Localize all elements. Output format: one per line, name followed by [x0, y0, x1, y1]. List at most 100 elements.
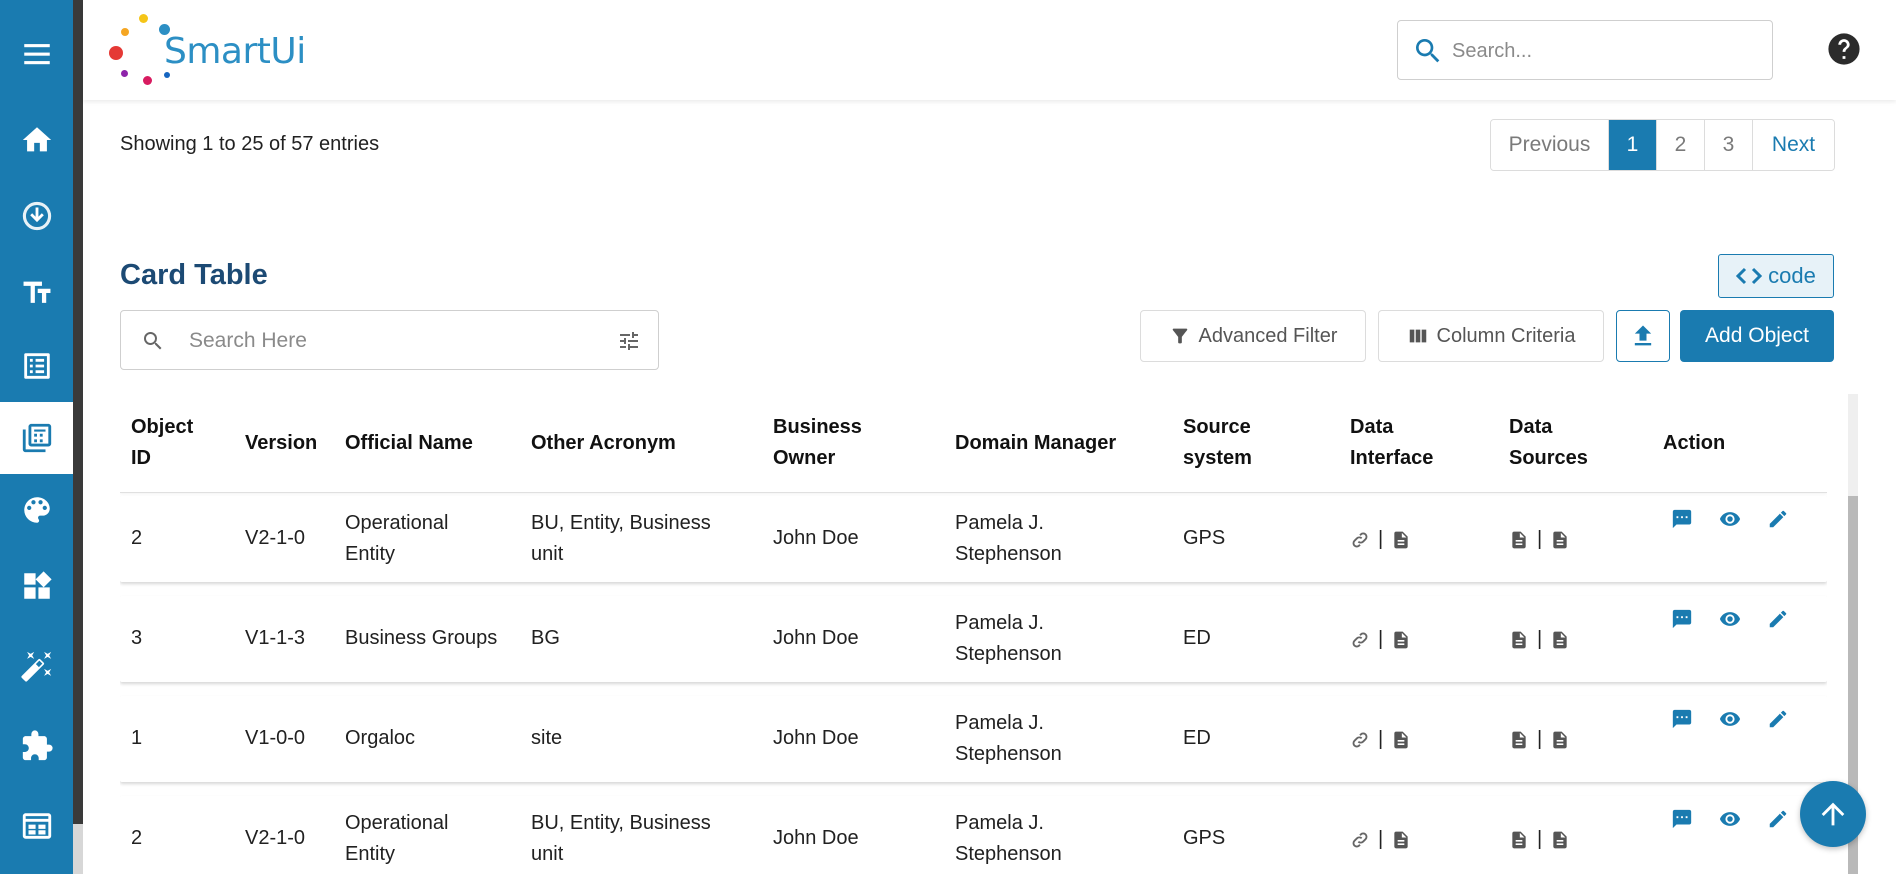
- column-criteria-button[interactable]: Column Criteria: [1378, 310, 1604, 362]
- extension-icon: [22, 730, 53, 761]
- code-button-label: code: [1768, 263, 1816, 288]
- cell-object-id: 2: [131, 527, 143, 549]
- code-icon: [1736, 267, 1763, 285]
- sidebar-item-widgets[interactable]: [0, 550, 73, 622]
- comment-icon[interactable]: [1671, 508, 1693, 530]
- logo-dot: [139, 14, 148, 23]
- cell-official-name: Orgaloc: [345, 727, 416, 749]
- pagination-previous[interactable]: Previous: [1491, 120, 1609, 170]
- separator: |: [1537, 728, 1543, 750]
- document-icon[interactable]: [1550, 630, 1570, 650]
- separator: |: [1378, 528, 1384, 550]
- menu-icon: [23, 44, 50, 65]
- help-icon[interactable]: [1827, 32, 1861, 66]
- filter-icon: [1172, 328, 1187, 344]
- cell-official-name: Operational Entity: [345, 812, 449, 865]
- logo-dot: [121, 70, 128, 77]
- sidebar-item-download[interactable]: [0, 180, 73, 252]
- table-search-input[interactable]: [189, 323, 589, 359]
- view-icon[interactable]: [1719, 708, 1741, 730]
- cell-official-name: Business Groups: [345, 627, 498, 649]
- download-circle-icon: [22, 201, 51, 231]
- separator: |: [1378, 828, 1384, 850]
- app-logo[interactable]: SmartUi: [109, 12, 306, 88]
- pagination-next[interactable]: Next: [1753, 120, 1834, 170]
- global-search[interactable]: [1397, 20, 1773, 80]
- back-to-top-button[interactable]: [1800, 781, 1866, 847]
- document-icon[interactable]: [1509, 530, 1529, 550]
- edit-icon[interactable]: [1767, 808, 1789, 830]
- comment-icon[interactable]: [1671, 608, 1693, 630]
- sidebar-item-effects[interactable]: [0, 630, 73, 702]
- search-icon: [144, 332, 162, 350]
- sidebar-scroll-thumb[interactable]: [73, 824, 83, 874]
- comment-icon[interactable]: [1671, 808, 1693, 830]
- code-button[interactable]: code: [1718, 254, 1834, 298]
- cell-business-owner: John Doe: [773, 827, 859, 849]
- header-other-acronym: Other Acronym: [531, 432, 676, 454]
- document-icon[interactable]: [1550, 530, 1570, 550]
- edit-icon[interactable]: [1767, 608, 1789, 630]
- cell-actions: [1671, 808, 1789, 830]
- cell-version: V2-1-0: [245, 527, 306, 549]
- pagination-page-3[interactable]: 3: [1705, 120, 1753, 170]
- document-icon[interactable]: [1550, 830, 1570, 850]
- link-icon[interactable]: [1350, 530, 1370, 550]
- sidebar-item-home[interactable]: [0, 104, 73, 176]
- sidebar-item-lists[interactable]: [0, 330, 73, 402]
- sidebar-item-themes[interactable]: [0, 474, 73, 546]
- magic-wand-icon: [20, 651, 51, 682]
- document-icon[interactable]: [1391, 730, 1411, 750]
- document-icon[interactable]: [1391, 830, 1411, 850]
- view-icon[interactable]: [1719, 608, 1741, 630]
- global-search-input[interactable]: [1452, 33, 1752, 69]
- pagination: Previous 1 2 3 Next: [1490, 119, 1835, 171]
- comment-icon[interactable]: [1671, 708, 1693, 730]
- sidebar-scrollbar[interactable]: [73, 0, 83, 874]
- table-search[interactable]: [120, 310, 659, 370]
- cell-actions: [1671, 508, 1789, 530]
- edit-icon[interactable]: [1767, 508, 1789, 530]
- cell-domain-manager: Pamela J. Stephenson: [955, 712, 1062, 765]
- document-icon[interactable]: [1509, 630, 1529, 650]
- sidebar-item-plugins[interactable]: [0, 710, 73, 782]
- table-row: 1 V1-0-0 Orgaloc site John Doe Pamela J.…: [120, 696, 1827, 782]
- cell-data-interface: |: [1350, 728, 1411, 751]
- list-alt-icon: [23, 353, 50, 379]
- cell-business-owner: John Doe: [773, 727, 859, 749]
- link-icon[interactable]: [1350, 830, 1370, 850]
- sidebar-item-tables[interactable]: [0, 402, 73, 474]
- document-icon[interactable]: [1391, 630, 1411, 650]
- add-object-button[interactable]: Add Object: [1680, 310, 1834, 362]
- separator: |: [1378, 628, 1384, 650]
- header-source-system: Source system: [1183, 416, 1252, 469]
- separator: |: [1537, 828, 1543, 850]
- document-icon[interactable]: [1550, 730, 1570, 750]
- sidebar-item-calendar[interactable]: [0, 790, 73, 862]
- document-icon[interactable]: [1509, 730, 1529, 750]
- pagination-page-2[interactable]: 2: [1657, 120, 1705, 170]
- link-icon[interactable]: [1350, 730, 1370, 750]
- upload-button[interactable]: [1616, 310, 1670, 362]
- cell-object-id: 2: [131, 827, 143, 849]
- table-row: 2 V2-1-0 Operational Entity BU, Entity, B…: [120, 496, 1827, 582]
- sidebar-item-typography[interactable]: [0, 257, 73, 329]
- document-icon[interactable]: [1509, 830, 1529, 850]
- view-icon[interactable]: [1719, 808, 1741, 830]
- cell-source-system: ED: [1183, 627, 1211, 649]
- edit-icon[interactable]: [1767, 708, 1789, 730]
- cell-source-system: GPS: [1183, 827, 1226, 849]
- header-data-sources: Data Sources: [1509, 416, 1588, 469]
- view-icon[interactable]: [1719, 508, 1741, 530]
- palette-icon: [23, 497, 50, 523]
- pagination-page-1[interactable]: 1: [1609, 120, 1657, 170]
- link-icon[interactable]: [1350, 630, 1370, 650]
- column-criteria-label: Column Criteria: [1436, 324, 1576, 347]
- cell-domain-manager: Pamela J. Stephenson: [955, 512, 1062, 565]
- advanced-filter-button[interactable]: Advanced Filter: [1140, 310, 1366, 362]
- cell-other-acronym: BG: [531, 627, 560, 649]
- tune-icon[interactable]: [617, 329, 641, 353]
- header-version: Version: [245, 432, 318, 454]
- sidebar-menu-button[interactable]: [0, 18, 73, 90]
- document-icon[interactable]: [1391, 530, 1411, 550]
